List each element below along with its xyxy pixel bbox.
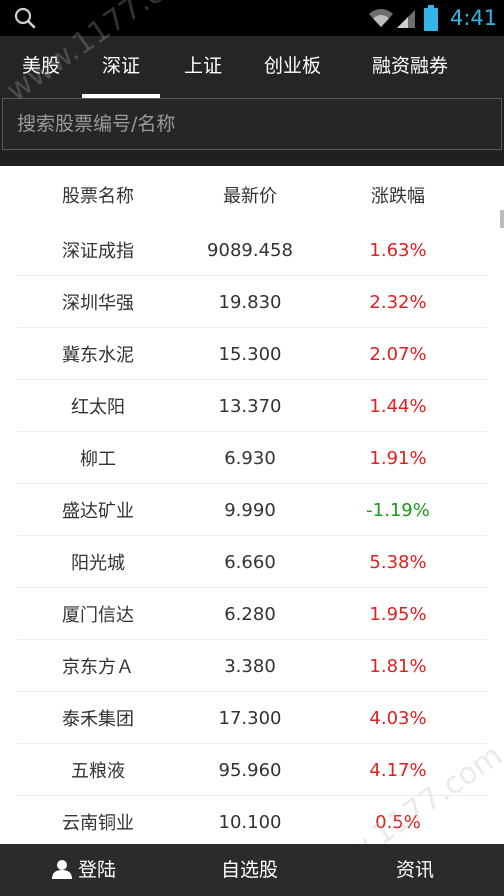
tab-chinext[interactable]: 创业板 bbox=[264, 36, 321, 98]
stock-name: 冀东水泥 bbox=[62, 345, 134, 366]
header-stock-name[interactable]: 股票名称 bbox=[18, 166, 178, 224]
watchlist-button[interactable]: 自选股 bbox=[221, 844, 278, 896]
stock-name: 厦门信达 bbox=[62, 605, 134, 626]
stock-change: 1.95% bbox=[369, 603, 427, 625]
signal-icon bbox=[397, 10, 415, 28]
stock-price: 6.280 bbox=[224, 603, 276, 625]
wifi-icon bbox=[369, 9, 393, 27]
search-icon[interactable] bbox=[14, 7, 36, 29]
stock-price: 17.300 bbox=[218, 707, 282, 729]
market-tab-bar: 美股 深证 上证 创业板 融资融券 bbox=[0, 36, 504, 98]
table-row[interactable]: 泰禾集团 17.300 4.03% bbox=[0, 692, 504, 744]
stock-change: 0.5% bbox=[375, 811, 421, 833]
table-row[interactable]: 深圳华强 19.830 2.32% bbox=[0, 276, 504, 328]
user-icon bbox=[52, 860, 72, 879]
battery-icon bbox=[424, 5, 438, 31]
tab-shanghai[interactable]: 上证 bbox=[184, 36, 222, 98]
stock-search-input[interactable] bbox=[3, 99, 501, 149]
stock-price: 6.930 bbox=[224, 447, 276, 469]
table-header: 股票名称 最新价 涨跌幅 bbox=[0, 166, 504, 224]
stock-change: 2.32% bbox=[369, 291, 427, 313]
header-change-percent[interactable]: 涨跌幅 bbox=[318, 166, 478, 224]
table-row[interactable]: 阳光城 6.660 5.38% bbox=[0, 536, 504, 588]
news-button[interactable]: 资讯 bbox=[396, 844, 434, 896]
stock-name: 盛达矿业 bbox=[62, 501, 134, 522]
stock-change: 1.91% bbox=[369, 447, 427, 469]
stock-price: 9.990 bbox=[224, 499, 276, 521]
stock-name: 阳光城 bbox=[71, 553, 125, 574]
stock-name: 深圳华强 bbox=[62, 293, 134, 314]
stock-name: 京东方Ａ bbox=[62, 657, 134, 678]
stock-change: -1.19% bbox=[366, 499, 430, 521]
tab-shenzhen[interactable]: 深证 bbox=[81, 36, 161, 98]
stock-change: 4.03% bbox=[369, 707, 427, 729]
stock-price: 10.100 bbox=[218, 811, 282, 833]
table-row[interactable]: 云南铜业 10.100 0.5% bbox=[0, 796, 504, 844]
stock-price: 13.370 bbox=[218, 395, 282, 417]
stock-name: 云南铜业 bbox=[62, 813, 134, 834]
stock-name: 红太阳 bbox=[71, 397, 125, 418]
stock-change: 4.17% bbox=[369, 759, 427, 781]
stock-price: 9089.458 bbox=[207, 239, 293, 261]
stock-list: 股票名称 最新价 涨跌幅 深证成指 9089.458 1.63% 深圳华强 19… bbox=[0, 166, 504, 844]
table-row[interactable]: 厦门信达 6.280 1.95% bbox=[0, 588, 504, 640]
table-row[interactable]: 深证成指 9089.458 1.63% bbox=[0, 224, 504, 276]
stock-price: 19.830 bbox=[218, 291, 282, 313]
stock-price: 3.380 bbox=[224, 655, 276, 677]
table-row[interactable]: 柳工 6.930 1.91% bbox=[0, 432, 504, 484]
table-row[interactable]: 五粮液 95.960 4.17% bbox=[0, 744, 504, 796]
search-bar bbox=[0, 98, 504, 152]
stock-name: 柳工 bbox=[80, 449, 116, 470]
stock-name: 深证成指 bbox=[62, 241, 134, 262]
header-latest-price[interactable]: 最新价 bbox=[170, 166, 330, 224]
search-box bbox=[2, 98, 502, 150]
stock-price: 95.960 bbox=[218, 759, 282, 781]
divider-band bbox=[0, 152, 504, 166]
stock-change: 5.38% bbox=[369, 551, 427, 573]
table-row[interactable]: 盛达矿业 9.990 -1.19% bbox=[0, 484, 504, 536]
table-row[interactable]: 冀东水泥 15.300 2.07% bbox=[0, 328, 504, 380]
login-button[interactable]: 登陆 bbox=[52, 844, 116, 896]
stock-change: 1.44% bbox=[369, 395, 427, 417]
stock-name: 五粮液 bbox=[71, 761, 125, 782]
bottom-nav: 登陆 自选股 资讯 bbox=[0, 844, 504, 896]
stock-change: 1.63% bbox=[369, 239, 427, 261]
table-row[interactable]: 红太阳 13.370 1.44% bbox=[0, 380, 504, 432]
stock-change: 1.81% bbox=[369, 655, 427, 677]
table-row[interactable]: 京东方Ａ 3.380 1.81% bbox=[0, 640, 504, 692]
stock-price: 15.300 bbox=[218, 343, 282, 365]
stock-rows: 深证成指 9089.458 1.63% 深圳华强 19.830 2.32% 冀东… bbox=[0, 224, 504, 844]
status-time: 4:41 bbox=[450, 6, 498, 30]
tab-us-stocks[interactable]: 美股 bbox=[22, 36, 60, 98]
status-bar: 4:41 bbox=[0, 0, 504, 36]
tab-margin-trading[interactable]: 融资融券 bbox=[372, 36, 448, 98]
stock-price: 6.660 bbox=[224, 551, 276, 573]
stock-name: 泰禾集团 bbox=[62, 709, 134, 730]
login-label: 登陆 bbox=[78, 859, 117, 881]
stock-change: 2.07% bbox=[369, 343, 427, 365]
